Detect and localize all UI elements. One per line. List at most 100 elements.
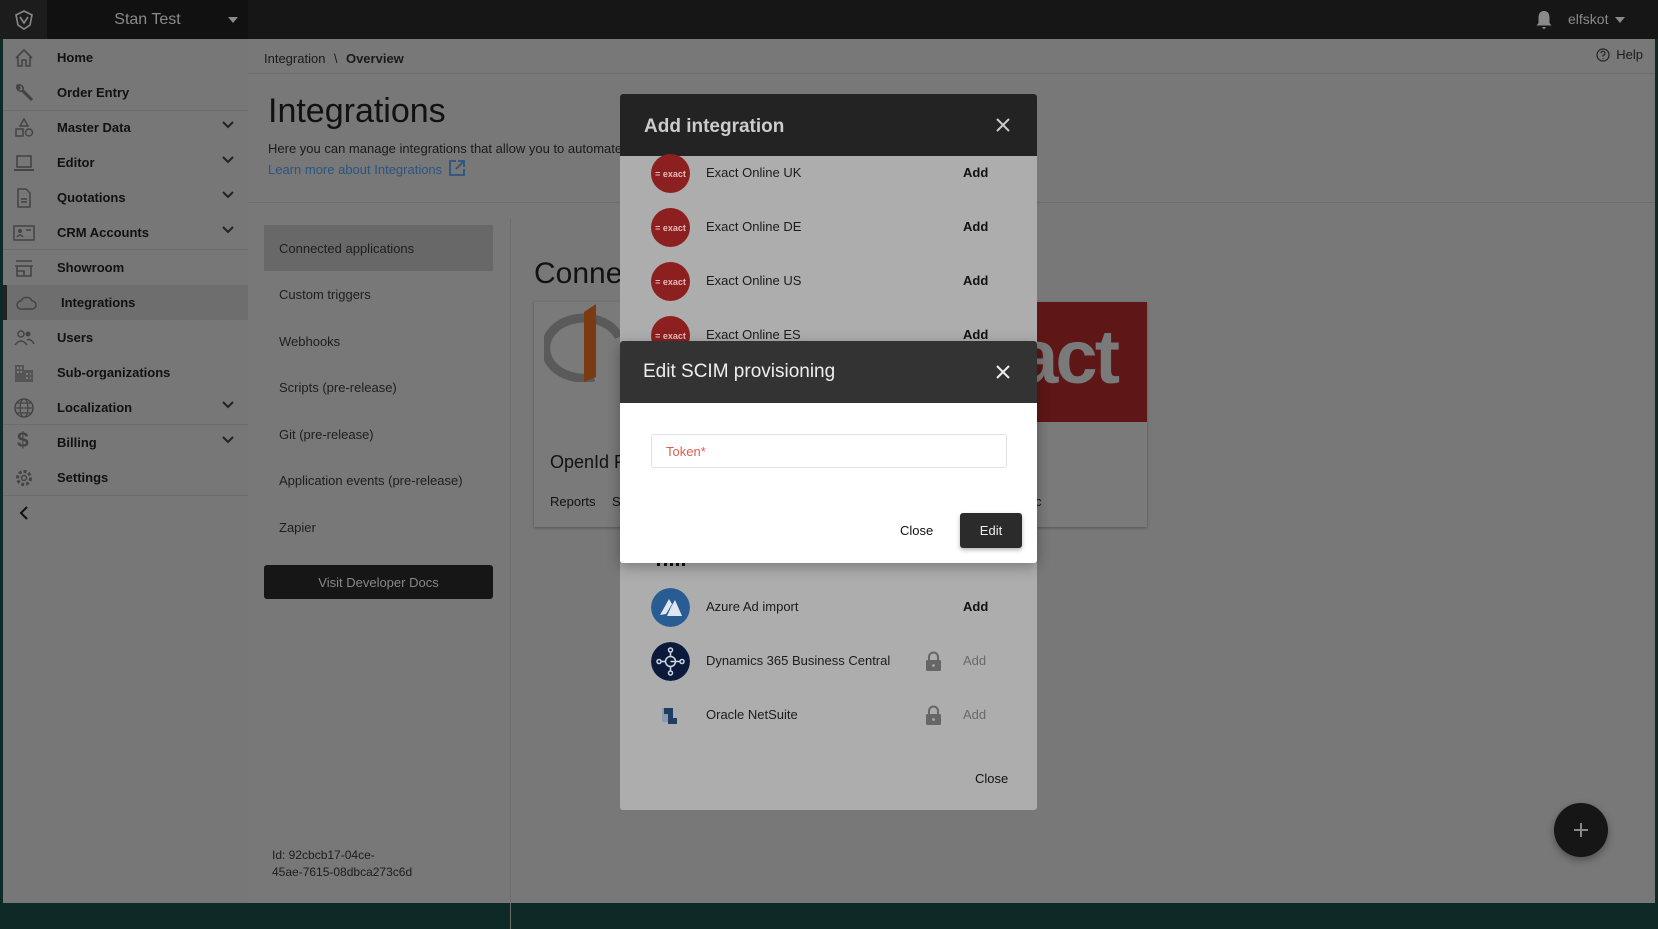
submenu-git[interactable]: Git (pre-release) [264, 411, 493, 457]
exact-logo-icon: = exact [651, 262, 690, 301]
page-title: Integrations [268, 92, 446, 130]
collapse-sidebar-icon[interactable] [19, 506, 29, 520]
partial-logo-icon [657, 563, 685, 567]
cloud-icon [16, 296, 37, 310]
breadcrumb-separator: \ [333, 51, 338, 66]
integration-name: Azure Ad import [706, 599, 799, 614]
integration-row-dynamics-365: Dynamics 365 Business Central Add [620, 635, 1037, 689]
sidebar-item-home[interactable]: Home [3, 40, 248, 75]
close-icon[interactable] [996, 118, 1010, 132]
token-input[interactable] [651, 434, 1007, 468]
add-button[interactable]: Add [963, 273, 988, 288]
sidebar-item-crm-accounts[interactable]: CRM Accounts [3, 215, 248, 250]
sidebar-item-label: Localization [57, 400, 133, 415]
sidebar: Home Order Entry Master Data Editor Quot… [3, 39, 248, 903]
sidebar-item-quotations[interactable]: Quotations [3, 180, 248, 215]
users-icon [14, 330, 35, 346]
bell-icon[interactable] [1535, 10, 1553, 30]
workspace-selector[interactable]: Stan Test [47, 0, 248, 39]
caret-down-icon [228, 17, 238, 23]
integration-row-oracle-netsuite: Oracle NetSuite Add [620, 689, 1037, 743]
sidebar-item-master-data[interactable]: Master Data [3, 110, 248, 145]
dollar-icon: $ [17, 429, 29, 452]
breadcrumb-current: Overview [345, 51, 404, 66]
dynamics-logo-icon [651, 642, 690, 681]
top-bar: Stan Test elfskot [0, 0, 1658, 39]
submenu-connected-applications[interactable]: Connected applications [264, 225, 493, 271]
visit-developer-docs-button[interactable]: Visit Developer Docs [264, 565, 493, 599]
learn-more-label: Learn more about Integrations [268, 162, 443, 177]
sidebar-item-editor[interactable]: Editor [3, 145, 248, 180]
store-icon [15, 260, 33, 277]
integration-name: Exact Online DE [706, 219, 802, 234]
header-divider [248, 73, 1655, 74]
document-icon [17, 188, 31, 208]
id-line: 45ae-7615-08dbca273c6d [272, 865, 413, 879]
learn-more-link[interactable]: Learn more about Integrations [268, 159, 466, 177]
organization-id: Id: 92cbcb17-04ce- 45ae-7615-08dbca273c6… [272, 847, 412, 881]
sidebar-item-order-entry[interactable]: Order Entry [3, 75, 248, 110]
sidebar-item-showroom[interactable]: Showroom [3, 250, 248, 285]
plus-icon [1574, 823, 1588, 837]
globe-icon [14, 398, 34, 418]
sidebar-item-settings[interactable]: Settings [3, 460, 248, 495]
close-button[interactable]: Close [975, 771, 1008, 786]
add-button-disabled: Add [963, 707, 987, 722]
help-button[interactable]: Help [1596, 47, 1643, 62]
edit-scim-modal: Edit SCIM provisioning Close Edit [620, 341, 1037, 563]
building-icon [15, 365, 33, 382]
sidebar-item-label: Showroom [57, 260, 125, 275]
sidebar-item-label: Billing [57, 435, 97, 450]
add-button[interactable]: Add [963, 219, 988, 234]
lock-icon [926, 705, 941, 725]
add-button[interactable]: Add [963, 165, 988, 180]
add-fab-button[interactable] [1554, 803, 1608, 857]
id-line: Id: 92cbcb17-04ce- [272, 848, 375, 862]
edit-button[interactable]: Edit [960, 513, 1022, 548]
breadcrumb: Integration \ Overview [264, 50, 404, 68]
sidebar-item-billing[interactable]: $ Billing [3, 425, 248, 460]
shapes-icon [15, 117, 34, 137]
submenu-custom-triggers[interactable]: Custom triggers [264, 271, 493, 317]
submenu-application-events[interactable]: Application events (pre-release) [264, 457, 493, 503]
chevron-down-icon [222, 156, 234, 164]
column-divider [510, 219, 511, 929]
help-label: Help [1616, 47, 1643, 62]
external-link-icon [449, 160, 466, 176]
user-menu[interactable]: elfskot [1568, 11, 1608, 27]
integration-row-exact-de: = exact Exact Online DE Add [620, 201, 1037, 255]
exact-logo-icon: = exact [651, 154, 690, 193]
card-link-reports[interactable]: Reports [550, 494, 596, 509]
lock-icon [926, 651, 941, 671]
chevron-down-icon [222, 226, 234, 234]
add-button[interactable]: Add [963, 327, 988, 342]
azure-logo-icon [651, 588, 690, 627]
breadcrumb-parent[interactable]: Integration [264, 51, 325, 66]
submenu-zapier[interactable]: Zapier [264, 504, 493, 550]
laptop-icon [14, 155, 34, 171]
caret-down-icon[interactable] [1615, 17, 1625, 23]
chevron-down-icon [222, 191, 234, 199]
modal-title: Edit SCIM provisioning [643, 361, 836, 382]
close-icon[interactable] [996, 365, 1010, 379]
close-button[interactable]: Close [900, 523, 933, 538]
sidebar-item-localization[interactable]: Localization [3, 390, 248, 425]
contact-card-icon [13, 225, 35, 241]
sidebar-item-users[interactable]: Users [3, 320, 248, 355]
sidebar-item-label: Editor [57, 155, 95, 170]
modal-header: Edit SCIM provisioning [620, 341, 1037, 403]
gear-icon [16, 470, 32, 486]
submenu-webhooks[interactable]: Webhooks [264, 318, 493, 364]
integration-name: Oracle NetSuite [706, 707, 798, 722]
sidebar-item-label: Integrations [61, 295, 136, 310]
app-logo-icon[interactable] [0, 0, 47, 39]
integration-row-exact-us: = exact Exact Online US Add [620, 255, 1037, 309]
sidebar-item-integrations[interactable]: Integrations [3, 285, 248, 320]
sidebar-item-label: Master Data [57, 120, 131, 135]
sidebar-item-sub-organizations[interactable]: Sub-organizations [3, 355, 248, 390]
help-icon [1596, 47, 1610, 62]
chevron-down-icon [222, 401, 234, 409]
add-button[interactable]: Add [963, 599, 988, 614]
integration-row-azure: Azure Ad import Add [620, 581, 1037, 635]
submenu-scripts[interactable]: Scripts (pre-release) [264, 364, 493, 410]
